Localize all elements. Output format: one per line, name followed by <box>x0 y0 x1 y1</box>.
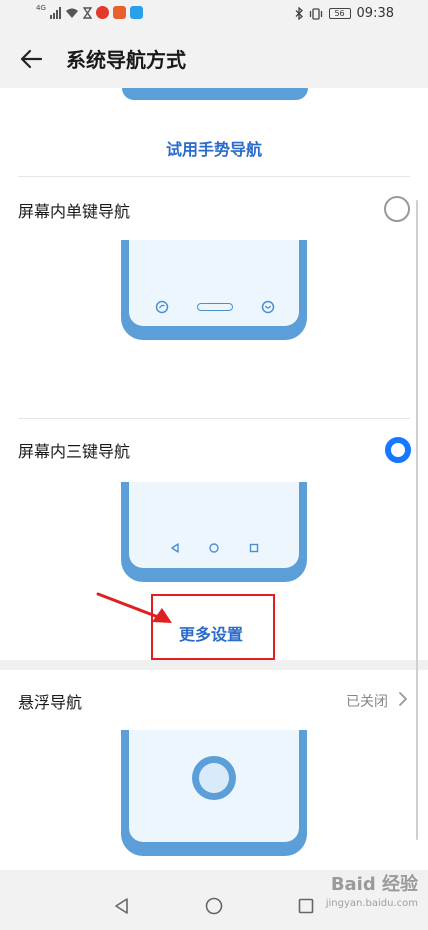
watermark-url: jingyan.baidu.com <box>325 898 418 909</box>
network-type-label: 4G <box>36 3 46 12</box>
more-settings-link[interactable]: 更多设置 <box>179 621 243 645</box>
floating-ball-icon <box>192 756 236 800</box>
status-bar: 4G 56 09:38 <box>0 0 428 30</box>
floating-navigation-status: 已关闭 <box>346 694 388 710</box>
assist-right-icon <box>261 300 275 314</box>
baidu-watermark-logo: Baid 经验 jingyan.baidu.com <box>298 866 418 920</box>
wifi-icon <box>65 8 78 18</box>
single-key-phone-illustration <box>121 240 307 340</box>
watermark-text: Baid 经验 <box>330 874 418 895</box>
battery-icon: 56 <box>328 8 351 19</box>
option-label: 屏幕内单键导航 <box>18 202 131 221</box>
status-left-icons: 4G <box>36 3 143 19</box>
vibrate-icon <box>309 7 322 20</box>
chevron-right-icon <box>399 692 407 706</box>
gesture-phone-illustration <box>122 88 308 100</box>
bluetooth-icon <box>295 7 303 20</box>
phone-screen <box>129 240 299 326</box>
triangle-back-icon <box>171 543 179 553</box>
single-key-radio[interactable] <box>384 196 410 222</box>
scrollbar[interactable] <box>416 200 418 840</box>
nav-home-button[interactable] <box>202 894 226 918</box>
cell-signal-icon <box>49 6 61 19</box>
circle-home-icon <box>205 897 223 915</box>
app-notification-icon <box>95 6 109 19</box>
page-title: 系统导航方式 <box>66 48 186 72</box>
hourglass-icon <box>82 6 92 19</box>
assist-left-icon <box>155 300 169 314</box>
triangle-back-icon <box>115 898 128 914</box>
back-arrow-icon <box>20 49 43 69</box>
single-nav-bar <box>197 303 233 311</box>
three-key-phone-illustration <box>121 482 307 582</box>
app-header: 系统导航方式 <box>0 30 428 88</box>
option-single-key[interactable]: 屏幕内单键导航 <box>0 188 428 232</box>
phone-screen <box>129 482 299 568</box>
app-notification-icon <box>129 6 143 19</box>
option-three-key[interactable]: 屏幕内三键导航 <box>0 428 428 472</box>
battery-level: 56 <box>334 8 345 18</box>
clock: 09:38 <box>356 6 394 21</box>
circle-home-icon <box>209 543 219 553</box>
app-notification-icon <box>112 6 126 19</box>
try-gesture-link[interactable]: 试用手势导航 <box>0 136 428 160</box>
square-recent-icon <box>249 543 259 553</box>
status-right-icons: 56 09:38 <box>295 6 394 21</box>
divider <box>18 418 410 419</box>
divider <box>18 176 410 177</box>
back-button[interactable] <box>14 42 48 76</box>
three-key-radio[interactable] <box>385 437 411 463</box>
nav-back-button[interactable] <box>110 894 134 918</box>
option-label: 屏幕内三键导航 <box>18 442 131 461</box>
floating-navigation-label: 悬浮导航 <box>18 693 83 712</box>
